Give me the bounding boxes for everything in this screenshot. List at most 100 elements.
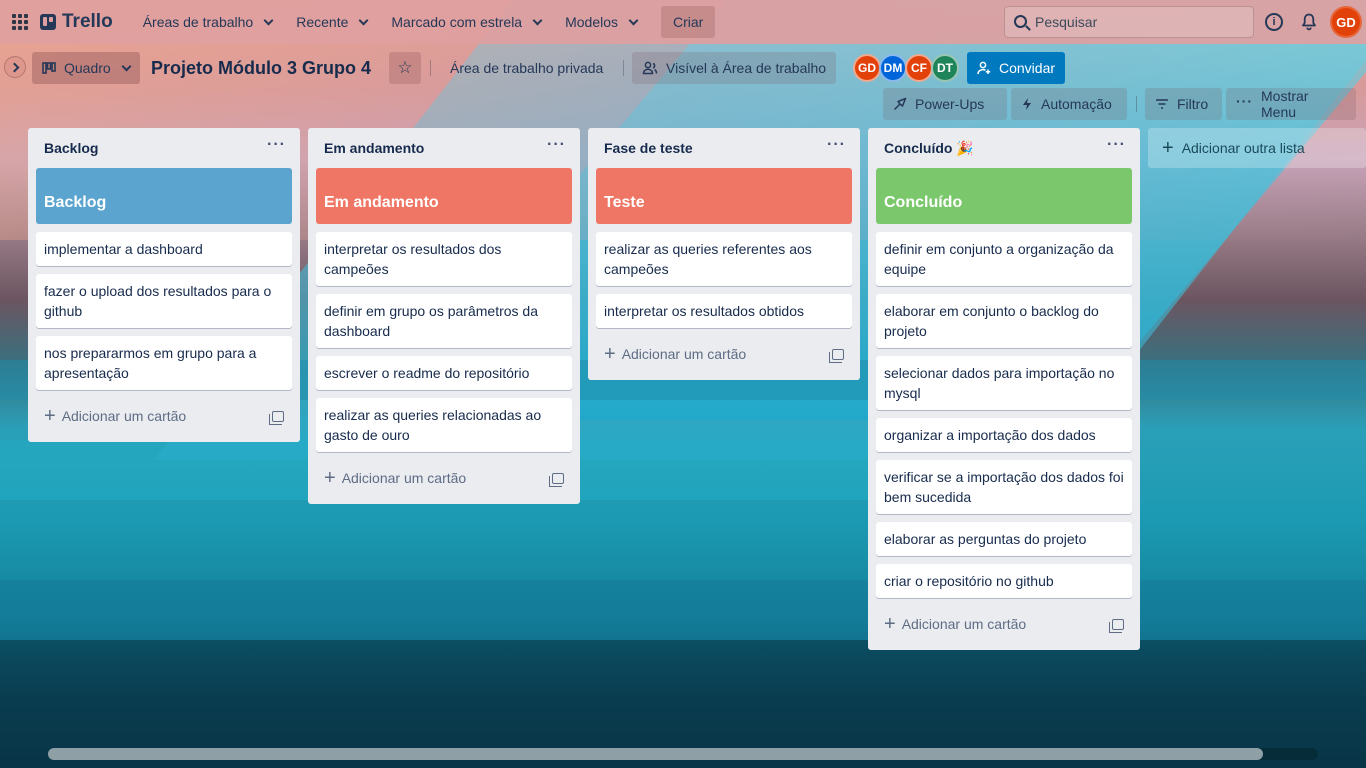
- board-title[interactable]: Projeto Módulo 3 Grupo 4: [151, 58, 371, 79]
- starred-menu-label: Marcado com estrela: [391, 14, 523, 30]
- people-icon: [642, 61, 658, 75]
- invite-button[interactable]: Convidar: [967, 52, 1066, 84]
- top-navigation: Trello Áreas de trabalho Recente Marcado…: [0, 0, 1366, 44]
- show-menu-label: Mostrar Menu: [1261, 88, 1309, 120]
- card[interactable]: elaborar em conjunto o backlog do projet…: [876, 294, 1132, 348]
- chevron-down-icon: [263, 15, 274, 25]
- starred-menu[interactable]: Marcado com estrela: [381, 6, 551, 38]
- visibility-button[interactable]: Visível à Área de trabalho: [632, 52, 837, 84]
- member-avatar[interactable]: DT: [931, 54, 959, 82]
- member-avatar[interactable]: GD: [853, 54, 881, 82]
- list-header[interactable]: Fase de teste ···: [596, 128, 852, 168]
- list-concluido: Concluído 🎉 ··· Concluído definir em con…: [868, 128, 1140, 650]
- card[interactable]: nos prepararmos em grupo para a apresent…: [36, 336, 292, 390]
- card-template-icon[interactable]: [1109, 618, 1124, 633]
- card[interactable]: organizar a importação dos dados: [876, 418, 1132, 452]
- add-person-icon: [977, 61, 991, 75]
- list-header[interactable]: Backlog ···: [36, 128, 292, 168]
- add-list-label: Adicionar outra lista: [1181, 140, 1305, 156]
- cover-card[interactable]: Backlog: [36, 168, 292, 224]
- card[interactable]: interpretar os resultados dos campeões: [316, 232, 572, 286]
- search-input[interactable]: Pesquisar: [1004, 6, 1254, 38]
- add-list-button[interactable]: + Adicionar outra lista: [1148, 128, 1366, 168]
- cover-card[interactable]: Em andamento: [316, 168, 572, 224]
- chevron-down-icon: [532, 15, 543, 25]
- header-divider: [430, 60, 431, 76]
- board-view-switcher[interactable]: Quadro: [32, 52, 140, 84]
- board-view-label: Quadro: [64, 60, 111, 76]
- cover-card[interactable]: Concluído: [876, 168, 1132, 224]
- card-template-icon[interactable]: [269, 410, 284, 425]
- show-menu-button[interactable]: ··· Mostrar Menu: [1226, 88, 1356, 120]
- sidebar-expand-button[interactable]: [4, 56, 26, 78]
- card[interactable]: interpretar os resultados obtidos: [596, 294, 852, 328]
- card[interactable]: implementar a dashboard: [36, 232, 292, 266]
- list-menu-icon[interactable]: ···: [1107, 136, 1126, 154]
- filter-label: Filtro: [1177, 96, 1209, 112]
- search-placeholder: Pesquisar: [1035, 14, 1098, 30]
- card[interactable]: fazer o upload dos resultados para o git…: [36, 274, 292, 328]
- list-header[interactable]: Concluído 🎉 ···: [876, 128, 1132, 168]
- list-title[interactable]: Fase de teste: [604, 140, 693, 156]
- add-card-label: Adicionar um cartão: [901, 616, 1027, 632]
- card[interactable]: verificar se a importação dos dados foi …: [876, 460, 1132, 514]
- templates-menu[interactable]: Modelos: [555, 6, 647, 38]
- list-em-andamento: Em andamento ··· Em andamento interpreta…: [308, 128, 580, 504]
- info-icon[interactable]: i: [1265, 13, 1283, 31]
- list-menu-icon[interactable]: ···: [547, 136, 566, 154]
- workspaces-menu-label: Áreas de trabalho: [142, 14, 254, 30]
- card[interactable]: realizar as queries relacionadas ao gast…: [316, 398, 572, 452]
- scrollbar-thumb[interactable]: [48, 748, 1263, 760]
- card[interactable]: realizar as queries referentes aos campe…: [596, 232, 852, 286]
- search-icon: [1014, 15, 1027, 28]
- list-title[interactable]: Backlog: [44, 140, 98, 156]
- add-card-button[interactable]: + Adicionar um cartão: [596, 336, 852, 372]
- star-board-button[interactable]: ☆: [389, 52, 421, 84]
- logo-text: Trello: [62, 11, 113, 32]
- trello-logo[interactable]: Trello: [40, 11, 113, 33]
- card-template-icon[interactable]: [829, 348, 844, 363]
- card[interactable]: definir em grupo os parâmetros da dashbo…: [316, 294, 572, 348]
- list-title[interactable]: Em andamento: [324, 140, 424, 156]
- list-header[interactable]: Em andamento ···: [316, 128, 572, 168]
- recent-menu[interactable]: Recente: [286, 6, 377, 38]
- board-members: GD DM CF DT: [853, 54, 959, 82]
- notifications-bell-icon[interactable]: [1301, 13, 1317, 31]
- plus-icon: +: [324, 467, 336, 489]
- member-avatar[interactable]: DM: [879, 54, 907, 82]
- list-title[interactable]: Concluído 🎉: [884, 140, 974, 157]
- trello-logo-icon: [40, 14, 56, 30]
- header-divider: [1136, 96, 1137, 112]
- power-ups-label: Power-Ups: [915, 96, 985, 112]
- card[interactable]: escrever o readme do repositório: [316, 356, 572, 390]
- add-card-button[interactable]: + Adicionar um cartão: [316, 460, 572, 496]
- create-button[interactable]: Criar: [661, 6, 716, 38]
- horizontal-scrollbar[interactable]: [48, 748, 1318, 760]
- card[interactable]: selecionar dados para importação no mysq…: [876, 356, 1132, 410]
- plus-icon: +: [1162, 137, 1174, 159]
- card[interactable]: elaborar as perguntas do projeto: [876, 522, 1132, 556]
- header-divider: [623, 60, 624, 76]
- workspaces-menu[interactable]: Áreas de trabalho: [133, 6, 283, 38]
- cover-card[interactable]: Teste: [596, 168, 852, 224]
- plus-icon: +: [604, 343, 616, 365]
- user-avatar[interactable]: GD: [1330, 6, 1362, 38]
- add-card-button[interactable]: + Adicionar um cartão: [36, 398, 292, 434]
- member-avatar[interactable]: CF: [905, 54, 933, 82]
- grid-icon: [12, 14, 28, 30]
- list-menu-icon[interactable]: ···: [827, 136, 846, 154]
- list-backlog: Backlog ··· Backlog implementar a dashbo…: [28, 128, 300, 442]
- card-template-icon[interactable]: [549, 472, 564, 487]
- chevron-down-icon: [358, 15, 369, 25]
- automation-button[interactable]: Automação: [1011, 88, 1127, 120]
- card[interactable]: definir em conjunto a organização da equ…: [876, 232, 1132, 286]
- templates-menu-label: Modelos: [565, 14, 619, 30]
- star-icon: ☆: [397, 58, 413, 77]
- filter-button[interactable]: Filtro: [1145, 88, 1222, 120]
- add-card-button[interactable]: + Adicionar um cartão: [876, 606, 1132, 642]
- card[interactable]: criar o repositório no github: [876, 564, 1132, 598]
- list-menu-icon[interactable]: ···: [267, 136, 286, 154]
- power-ups-button[interactable]: Power-Ups: [883, 88, 1007, 120]
- workspace-button[interactable]: Área de trabalho privada: [440, 52, 613, 84]
- app-switcher-button[interactable]: [0, 14, 40, 30]
